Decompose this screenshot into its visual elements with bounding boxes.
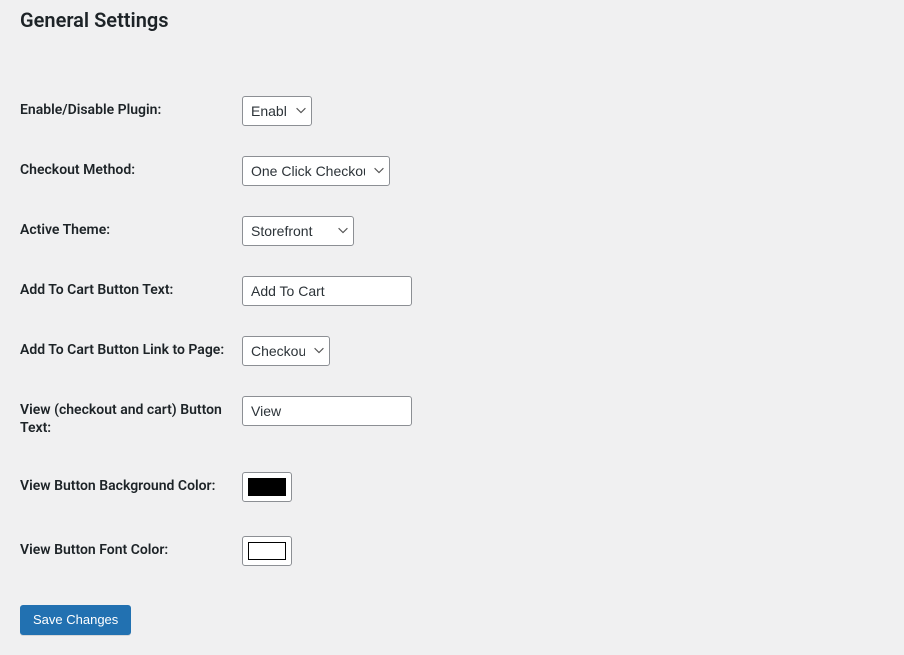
view-font-color-swatch bbox=[248, 542, 286, 560]
view-font-color-picker[interactable] bbox=[242, 536, 292, 566]
enable-plugin-select[interactable]: Enable bbox=[242, 96, 312, 126]
add-to-cart-text-label: Add To Cart Button Text: bbox=[20, 261, 242, 321]
save-changes-button[interactable]: Save Changes bbox=[20, 605, 131, 635]
active-theme-label: Active Theme: bbox=[20, 201, 242, 261]
view-bg-color-swatch bbox=[248, 478, 286, 496]
submit-row: Save Changes bbox=[20, 585, 884, 655]
checkout-method-label: Checkout Method: bbox=[20, 141, 242, 201]
active-theme-select[interactable]: Storefront bbox=[242, 216, 354, 246]
add-to-cart-text-input[interactable] bbox=[242, 276, 412, 306]
page-title: General Settings bbox=[20, 0, 884, 36]
view-button-text-input[interactable] bbox=[242, 396, 412, 426]
add-to-cart-link-select[interactable]: Checkout bbox=[242, 336, 330, 366]
checkout-method-select[interactable]: One Click Checkout bbox=[242, 156, 390, 186]
view-bg-color-picker[interactable] bbox=[242, 472, 292, 502]
view-bg-color-label: View Button Background Color: bbox=[20, 457, 242, 521]
view-button-text-label: View (checkout and cart) Button Text: bbox=[20, 381, 242, 457]
settings-form-table: Enable/Disable Plugin: Enable Checkout M… bbox=[20, 81, 884, 585]
add-to-cart-link-label: Add To Cart Button Link to Page: bbox=[20, 321, 242, 381]
view-font-color-label: View Button Font Color: bbox=[20, 521, 242, 585]
enable-plugin-label: Enable/Disable Plugin: bbox=[20, 81, 242, 141]
